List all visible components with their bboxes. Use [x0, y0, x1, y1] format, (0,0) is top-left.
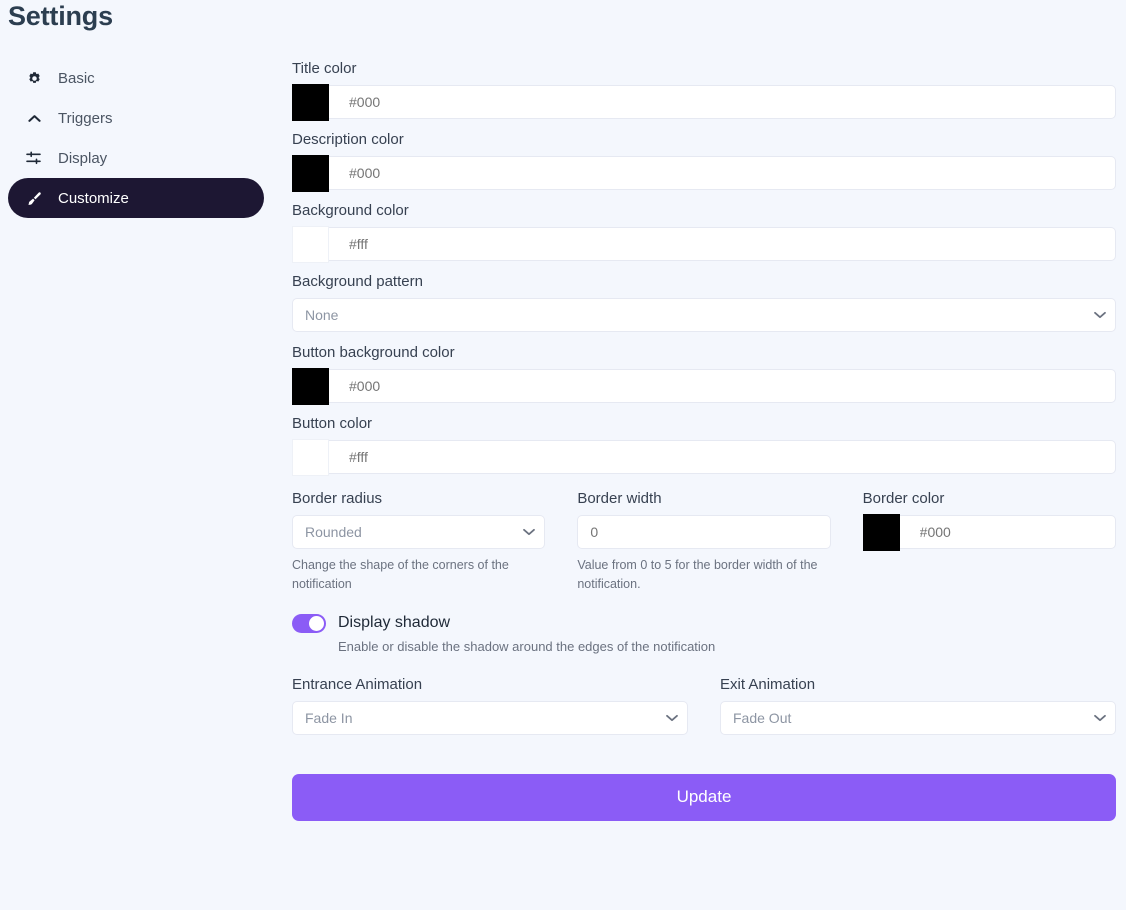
field-background-pattern: Background pattern None — [292, 273, 1116, 332]
settings-sidebar: Basic Triggers Display Customize — [8, 58, 264, 218]
display-shadow-row: Display shadow — [292, 613, 1116, 633]
display-shadow-help: Enable or disable the shadow around the … — [338, 638, 716, 654]
button-color-control — [292, 439, 1116, 476]
background-color-control — [292, 226, 1116, 263]
sidebar-item-triggers[interactable]: Triggers — [8, 98, 264, 138]
display-shadow-toggle[interactable] — [292, 613, 326, 633]
sidebar-item-label: Display — [58, 149, 108, 167]
paintbrush-icon — [24, 188, 44, 208]
border-width-help: Value from 0 to 5 for the border width o… — [577, 558, 818, 591]
entrance-animation-label: Entrance Animation — [292, 675, 423, 693]
field-button-color: Button color — [292, 415, 1116, 476]
border-settings-row: Border radius Rounded Change the shape o… — [292, 490, 1116, 594]
field-border-radius: Border radius Rounded Change the shape o… — [292, 490, 546, 594]
title-color-label: Title color — [292, 60, 357, 77]
button-color-swatch[interactable] — [292, 439, 329, 476]
border-width-input[interactable] — [577, 515, 831, 549]
gear-icon — [24, 68, 44, 88]
display-shadow-label: Display shadow — [338, 614, 451, 631]
field-border-width: Border width Value from 0 to 5 for the b… — [577, 490, 831, 594]
button-background-color-label: Button background color — [292, 344, 455, 361]
background-pattern-select[interactable]: None — [292, 298, 1116, 332]
sidebar-item-label: Triggers — [58, 109, 113, 127]
exit-animation-control: Fade Out — [720, 700, 1116, 735]
border-color-swatch[interactable] — [862, 514, 900, 551]
border-width-label: Border width — [577, 490, 662, 507]
button-background-color-control — [292, 368, 1116, 405]
field-button-background-color: Button background color — [292, 344, 1116, 405]
exit-animation-label: Exit Animation — [720, 675, 816, 693]
sidebar-item-label: Customize — [58, 189, 129, 207]
description-color-control — [292, 155, 1116, 192]
border-radius-select[interactable]: Rounded — [292, 515, 546, 549]
title-color-swatch[interactable] — [292, 84, 329, 121]
border-radius-help: Change the shape of the corners of the n… — [292, 558, 509, 591]
entrance-animation-control: Fade In — [292, 700, 688, 735]
background-pattern-label: Background pattern — [292, 273, 423, 290]
settings-page: Settings Basic Triggers Display Customiz… — [0, 0, 1126, 910]
sliders-icon — [24, 148, 44, 168]
sidebar-item-label: Basic — [58, 69, 95, 87]
border-radius-label: Border radius — [292, 490, 383, 507]
button-background-color-swatch[interactable] — [292, 368, 329, 405]
field-entrance-animation: Entrance Animation Fade In — [292, 676, 688, 735]
border-color-label: Border color — [862, 490, 945, 507]
exit-animation-select[interactable]: Fade Out — [720, 700, 1116, 735]
animation-settings-row: Entrance Animation Fade In Exit Animatio… — [292, 676, 1116, 735]
description-color-input[interactable] — [292, 156, 1116, 190]
button-color-label: Button color — [292, 415, 373, 432]
field-background-color: Background color — [292, 202, 1116, 263]
border-color-input[interactable] — [862, 515, 1116, 549]
customize-form: Title color Description color Background… — [292, 60, 1116, 821]
update-button[interactable]: Update — [292, 773, 1116, 821]
title-color-control — [292, 84, 1116, 121]
toggle-knob — [309, 615, 324, 631]
title-color-input[interactable] — [292, 85, 1116, 119]
sidebar-item-customize[interactable]: Customize — [8, 178, 264, 218]
background-pattern-control: None — [292, 298, 1116, 332]
border-color-control — [862, 514, 1116, 551]
description-color-swatch[interactable] — [292, 155, 329, 192]
field-exit-animation: Exit Animation Fade Out — [720, 676, 1116, 735]
field-title-color: Title color — [292, 60, 1116, 121]
sidebar-item-basic[interactable]: Basic — [8, 58, 264, 98]
field-description-color: Description color — [292, 131, 1116, 192]
button-background-color-input[interactable] — [292, 369, 1116, 403]
sidebar-item-display[interactable]: Display — [8, 138, 264, 178]
border-width-control — [577, 515, 831, 549]
button-color-input[interactable] — [292, 440, 1116, 474]
chevron-up-icon — [24, 108, 44, 128]
border-radius-control: Rounded — [292, 515, 546, 549]
field-border-color: Border color — [862, 490, 1116, 594]
page-title: Settings — [8, 1, 113, 31]
description-color-label: Description color — [292, 131, 404, 148]
background-color-label: Background color — [292, 202, 409, 219]
background-color-input[interactable] — [292, 227, 1116, 261]
background-color-swatch[interactable] — [292, 226, 329, 263]
entrance-animation-select[interactable]: Fade In — [292, 700, 688, 735]
